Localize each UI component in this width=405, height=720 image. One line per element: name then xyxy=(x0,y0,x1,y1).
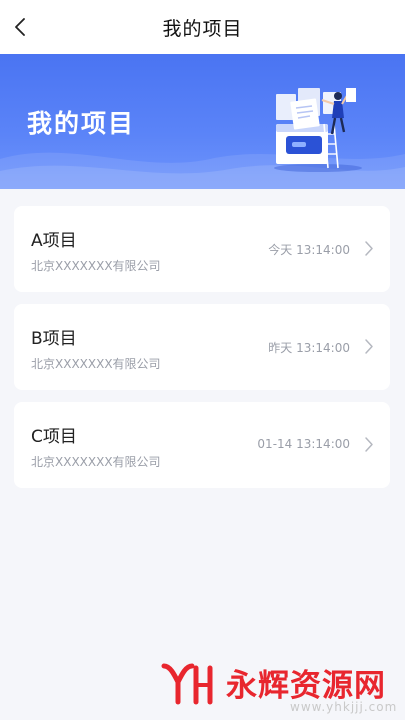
page-title: 我的项目 xyxy=(162,17,243,40)
chevron-right-icon xyxy=(365,241,373,256)
project-company: 北京XXXXXXX有限公司 xyxy=(31,357,161,371)
page: 我的项目 我的项目 A项目 北京XXXXXXX有限公司 今天 13:14:00 … xyxy=(0,0,405,720)
banner-title: 我的项目 xyxy=(27,109,136,138)
watermark-url: www.yhkjjj.com xyxy=(290,700,398,714)
watermark-logo-icon xyxy=(161,663,213,705)
project-name: C项目 xyxy=(31,427,77,447)
watermark-text: 永辉资源网 xyxy=(226,668,386,704)
project-time: 01-14 13:14:00 xyxy=(257,437,350,451)
project-time: 昨天 13:14:00 xyxy=(268,341,350,355)
watermark: 永辉资源网 www.yhkjjj.com xyxy=(160,660,396,716)
back-button[interactable] xyxy=(0,0,40,54)
project-name: B项目 xyxy=(31,329,77,349)
chevron-left-icon xyxy=(15,18,25,36)
project-card[interactable]: A项目 北京XXXXXXX有限公司 今天 13:14:00 xyxy=(14,206,390,292)
banner-illustration xyxy=(274,88,362,172)
project-company: 北京XXXXXXX有限公司 xyxy=(31,455,161,469)
project-company: 北京XXXXXXX有限公司 xyxy=(31,259,161,273)
project-name: A项目 xyxy=(31,231,77,251)
banner: 我的项目 xyxy=(0,54,405,189)
project-card[interactable]: C项目 北京XXXXXXX有限公司 01-14 13:14:00 xyxy=(14,402,390,488)
nav-bar: 我的项目 xyxy=(0,0,405,54)
project-card[interactable]: B项目 北京XXXXXXX有限公司 昨天 13:14:00 xyxy=(14,304,390,390)
project-time: 今天 13:14:00 xyxy=(268,243,350,257)
chevron-right-icon xyxy=(365,437,373,452)
chevron-right-icon xyxy=(365,339,373,354)
